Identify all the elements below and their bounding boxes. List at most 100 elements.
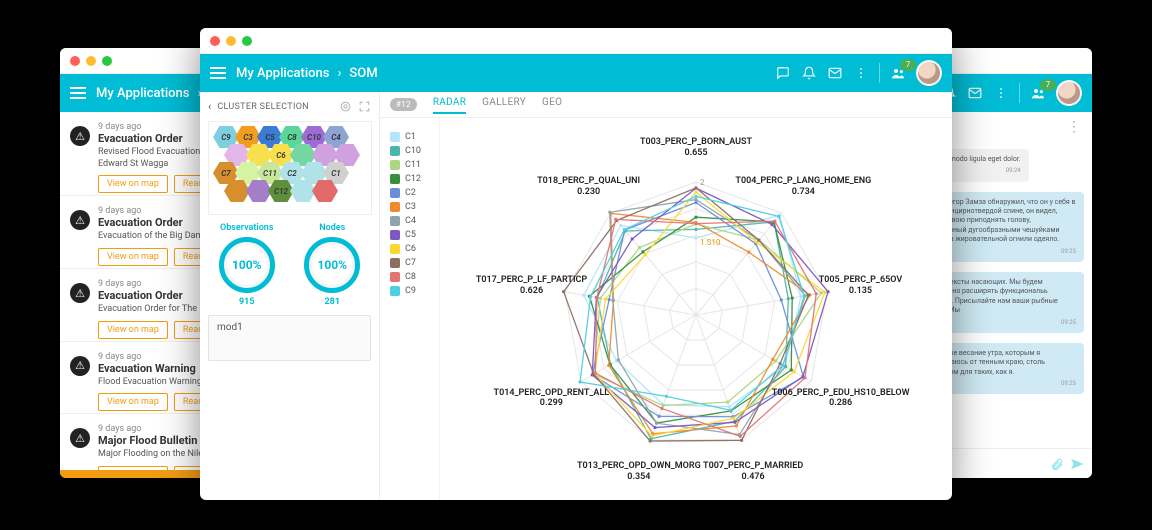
legend-swatch (390, 230, 400, 240)
attach-icon[interactable] (1050, 457, 1064, 471)
legend-item[interactable]: C4 (390, 216, 429, 226)
legend-label: C11 (405, 160, 421, 170)
view-on-map-button[interactable]: View on map (98, 175, 168, 193)
target-icon[interactable] (339, 100, 352, 113)
obs-ring: 100% (219, 237, 275, 293)
nodes-label: Nodes (304, 223, 360, 233)
main-window: My Applications › SOM ‹ CLUSTER SELECTIO… (200, 28, 952, 500)
legend-swatch (390, 272, 400, 282)
legend-label: C6 (405, 244, 416, 254)
radar-chart[interactable]: 1.S10 2 T003_PERC_P_BORN_AUST0.655 T004_PE… (440, 118, 952, 500)
tab-gallery[interactable]: GALLERY (482, 97, 526, 112)
menu-icon[interactable] (70, 87, 86, 99)
tab-radar[interactable]: RADAR (433, 97, 466, 114)
cluster-hex-grid[interactable]: C9C3C5C8C10C4C6C7C11C2C1C12 (208, 121, 372, 215)
legend-label: C5 (405, 230, 416, 240)
crumb-leaf[interactable]: SOM (349, 66, 377, 81)
legend-item[interactable]: C10 (390, 146, 429, 156)
legend-swatch (390, 202, 400, 212)
legend-swatch (390, 146, 400, 156)
legend-item[interactable]: C3 (390, 202, 429, 212)
legend-label: C7 (405, 258, 416, 268)
back-icon[interactable]: ‹ (208, 100, 211, 113)
legend-swatch (390, 244, 400, 254)
legend-label: C9 (405, 286, 416, 296)
radar-axis-label: T018_PERC_P_QUAL_UNI0.230 (537, 176, 640, 198)
legend-item[interactable]: C9 (390, 286, 429, 296)
crumb-root[interactable]: My Applications (236, 66, 329, 81)
legend-item[interactable]: C2 (390, 188, 429, 198)
alert-icon: ⚠ (70, 283, 90, 303)
legend-item[interactable]: C8 (390, 272, 429, 282)
team-icon[interactable] (890, 65, 906, 81)
legend-item[interactable]: C1 (390, 132, 429, 142)
legend-item[interactable]: C12 (390, 174, 429, 184)
crumb-root[interactable]: My Applications (96, 86, 189, 101)
legend-item[interactable]: C7 (390, 258, 429, 268)
radar-axis-label: T013_PERC_OPD_OWN_MORG0.354 (577, 461, 701, 483)
nodes-count: 281 (304, 297, 360, 307)
legend: C1 C10 C11 C12 C2 C3 C4 C5 C6 C7 C8 C9 (380, 118, 440, 500)
legend-item[interactable]: C11 (390, 160, 429, 170)
alert-icon: ⚠ (70, 210, 90, 230)
app-bar: My Applications › SOM (200, 54, 952, 92)
radar-axis-label: T003_PERC_P_BORN_AUST0.655 (640, 137, 752, 159)
legend-label: C8 (405, 272, 416, 282)
radar-axis-label: T017_PERC_P_LF_PARTICP0.626 (476, 275, 587, 297)
alert-icon: ⚠ (70, 428, 90, 448)
zoom-dot[interactable] (102, 56, 112, 66)
menu-icon[interactable] (210, 67, 226, 79)
legend-swatch (390, 132, 400, 142)
tab-geo[interactable]: GEO (542, 97, 562, 112)
legend-label: C12 (405, 174, 421, 184)
mail-icon[interactable] (967, 85, 983, 101)
nodes-ring: 100% (304, 237, 360, 293)
panel-more-icon[interactable]: ⋮ (1067, 119, 1082, 135)
zoom-dot[interactable] (242, 36, 252, 46)
radar-axis-label: T014_PERC_OPD_RENT_ALL0.299 (494, 388, 610, 410)
chat-icon[interactable] (775, 65, 791, 81)
bell-icon[interactable] (801, 65, 817, 81)
close-dot[interactable] (70, 56, 80, 66)
legend-label: C2 (405, 188, 416, 198)
close-dot[interactable] (210, 36, 220, 46)
svg-text:2: 2 (700, 178, 705, 187)
avatar[interactable] (1056, 80, 1082, 106)
legend-swatch (390, 160, 400, 170)
viz-tabs: #12 RADAR GALLERY GEO (380, 92, 952, 118)
more-icon[interactable] (853, 65, 869, 81)
radar-axis-label: T006_PERC_P_EDU_HS10_BELOW0.286 (772, 388, 910, 410)
legend-item[interactable]: C5 (390, 230, 429, 240)
model-box[interactable]: mod1 (208, 315, 371, 361)
minimize-dot[interactable] (226, 36, 236, 46)
cluster-panel: ‹ CLUSTER SELECTION C9C3C5C8C10C4C6C7C11… (200, 92, 380, 500)
send-icon[interactable] (1070, 457, 1084, 471)
team-icon[interactable] (1030, 85, 1046, 101)
svg-text:1.S10: 1.S10 (700, 238, 721, 247)
minimize-dot[interactable] (86, 56, 96, 66)
legend-label: C1 (405, 132, 416, 142)
view-on-map-button[interactable]: View on map (98, 393, 168, 411)
fullscreen-icon[interactable] (358, 100, 371, 113)
series-count-pill: #12 (390, 98, 417, 111)
window-titlebar (200, 28, 952, 54)
cluster-panel-title: CLUSTER SELECTION (217, 102, 309, 112)
more-icon[interactable] (993, 85, 1009, 101)
legend-swatch (390, 258, 400, 268)
radar-axis-label: T007_PERC_P_MARRIED0.476 (703, 461, 803, 483)
chevron-right-icon: › (337, 66, 341, 81)
view-on-map-button[interactable]: View on map (98, 321, 168, 339)
avatar[interactable] (916, 60, 942, 86)
view-on-map-button[interactable]: View on map (98, 248, 168, 266)
radar-axis-label: T005_PERC_P_65OV0.135 (819, 275, 902, 297)
alert-icon: ⚠ (70, 356, 90, 376)
legend-swatch (390, 286, 400, 296)
legend-label: C10 (405, 146, 421, 156)
radar-axis-label: T004_PERC_P_LANG_HOME_ENG0.734 (735, 176, 871, 198)
legend-item[interactable]: C6 (390, 244, 429, 254)
legend-label: C3 (405, 202, 416, 212)
mail-icon[interactable] (827, 65, 843, 81)
legend-swatch (390, 216, 400, 226)
legend-label: C4 (405, 216, 416, 226)
obs-label: Observations (219, 223, 275, 233)
